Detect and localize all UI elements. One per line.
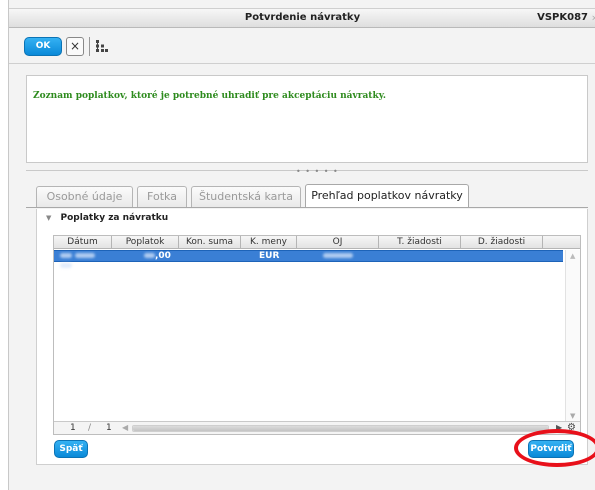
horizontal-scroll-thumb[interactable] — [133, 426, 548, 431]
back-button[interactable]: Späť — [54, 440, 88, 458]
title-bar: Potvrdenie návratky VSPK087 › — [9, 8, 595, 28]
collapse-triangle-icon[interactable]: ▼ — [46, 214, 51, 222]
hierarchy-icon[interactable] — [95, 39, 109, 53]
info-message: Zoznam poplatkov, ktoré je potrebné uhra… — [33, 91, 387, 101]
cell-oj — [323, 251, 363, 262]
cell-poplatok: ,00 — [144, 251, 178, 262]
table-header: Dátum Poplatok Kon. suma K. meny OJ T. ž… — [54, 236, 580, 249]
redacted-value — [323, 253, 353, 258]
column-header[interactable]: K. meny — [241, 236, 297, 249]
tab-studentska-karta[interactable]: Študentská karta — [191, 186, 301, 207]
redacted-value — [60, 263, 72, 268]
column-header[interactable]: Kon. suma — [179, 236, 241, 249]
splitter-grip-icon[interactable]: • • • • • — [296, 167, 339, 176]
tab-fotka[interactable]: Fotka — [137, 186, 187, 207]
redacted-value — [144, 253, 155, 258]
highlight-annotation — [514, 429, 595, 467]
scroll-up-icon[interactable]: ▲ — [570, 252, 575, 260]
tab-strip: Osobné údaje Fotka Študentská karta Preh… — [26, 184, 588, 208]
cell-d-ziadosti — [463, 251, 541, 262]
splitter[interactable]: • • • • • — [26, 167, 588, 176]
chevron-right-icon[interactable]: › — [592, 11, 595, 24]
cell-k-meny: EUR — [259, 251, 280, 261]
cell-datum — [60, 251, 110, 268]
page-current[interactable]: 1 — [70, 423, 76, 433]
scroll-down-icon[interactable]: ▼ — [570, 412, 575, 420]
horizontal-scrollbar[interactable] — [132, 425, 549, 432]
toolbar: OK × — [9, 29, 595, 64]
close-icon: × — [69, 39, 81, 53]
table-footer: 1 / 1 ◀ ▶ ⚙ — [54, 421, 580, 434]
dialog-window: Potvrdenie návratky VSPK087 › OK × Zozna… — [8, 0, 595, 490]
column-header[interactable]: OJ — [297, 236, 379, 249]
page-separator: / — [88, 423, 92, 433]
window-title: Potvrdenie návratky — [244, 12, 361, 23]
tab-panel: ▼ Poplatky za návratku Dátum Poplatok Ko… — [36, 209, 588, 465]
tab-prehlad-poplatkov[interactable]: Prehľad poplatkov návratky — [305, 184, 469, 208]
redacted-value — [75, 253, 96, 258]
cell-t-ziadosti — [381, 251, 459, 262]
table-row[interactable]: ,00 EUR — [54, 250, 563, 268]
toolbar-divider — [89, 37, 90, 56]
fees-table: Dátum Poplatok Kon. suma K. meny OJ T. ž… — [53, 235, 581, 435]
cell-kon-suma — [181, 251, 239, 262]
vertical-scrollbar[interactable]: ▲ ▼ — [565, 250, 580, 422]
redacted-value — [60, 253, 72, 258]
window-code: VSPK087 — [537, 12, 588, 23]
column-header[interactable]: T. žiadosti — [379, 236, 461, 249]
tab-baseline — [26, 207, 588, 208]
message-box: Zoznam poplatkov, ktoré je potrebné uhra… — [26, 75, 588, 163]
column-header[interactable]: D. žiadosti — [461, 236, 543, 249]
scroll-left-icon[interactable]: ◀ — [122, 423, 128, 432]
section-title: Poplatky za návratku — [60, 213, 169, 223]
tab-osobne-udaje[interactable]: Osobné údaje — [36, 186, 133, 207]
section-header[interactable]: ▼ Poplatky za návratku — [46, 213, 168, 227]
ok-button[interactable]: OK — [24, 37, 62, 56]
column-header[interactable]: Dátum — [54, 236, 112, 249]
page-total: 1 — [106, 423, 112, 433]
column-header[interactable]: Poplatok — [112, 236, 179, 249]
close-button[interactable]: × — [66, 37, 84, 56]
